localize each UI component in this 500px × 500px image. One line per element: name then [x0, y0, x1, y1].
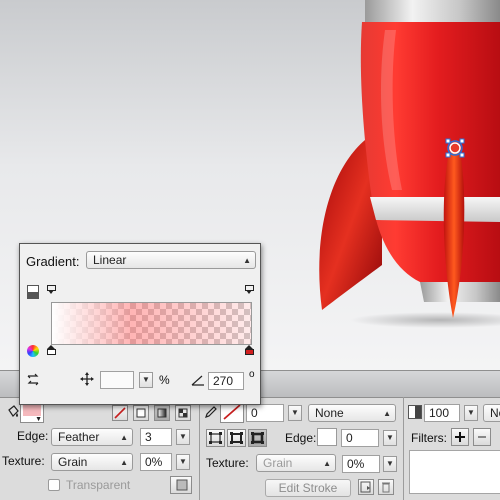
swatch-arrow-icon: ▼ — [35, 416, 42, 423]
gradient-preview-bar[interactable] — [51, 302, 252, 345]
remove-filter-button[interactable] — [473, 428, 491, 446]
fill-texture-amount-button[interactable]: ▼ — [176, 454, 190, 470]
stroke-texture-label: Texture: — [206, 456, 249, 470]
fill-texture-value: Grain — [58, 455, 88, 469]
stroke-edge-swatch[interactable] — [317, 428, 337, 446]
stroke-inside-button[interactable] — [206, 429, 225, 447]
gradient-offset-button[interactable]: ▼ — [139, 372, 153, 388]
stroke-center-button[interactable] — [227, 429, 246, 447]
fill-edge-value: Feather — [58, 430, 100, 444]
panel-divider — [199, 397, 200, 500]
fill-edge-amount-button[interactable]: ▼ — [176, 429, 190, 445]
blend-mode-dropdown[interactable]: No — [483, 404, 500, 422]
opacity-stop-end[interactable] — [245, 285, 254, 295]
dropdown-arrows-icon: ▲ — [323, 459, 331, 468]
stroke-style-value: None — [315, 406, 344, 420]
fill-gradient-button[interactable] — [154, 405, 170, 421]
gradient-type-value: Linear — [93, 253, 127, 267]
stroke-texture-value: Grain — [263, 456, 293, 470]
stroke-edge-amount-button[interactable]: ▼ — [383, 430, 397, 446]
fill-edge-label: Edge: — [17, 429, 49, 443]
stroke-texture-amount-field[interactable]: 0% — [342, 455, 380, 473]
add-filter-button[interactable] — [451, 428, 469, 446]
stroke-width-field[interactable]: 0 — [246, 404, 284, 422]
gradient-type-dropdown[interactable]: Linear ▲ — [86, 251, 256, 269]
selection-handle — [445, 138, 465, 158]
rocket-shadow — [350, 312, 500, 328]
panel-divider — [403, 397, 404, 500]
gradient-offset-field[interactable] — [100, 371, 134, 389]
percent-symbol: % — [159, 373, 170, 387]
fill-pattern-button[interactable] — [175, 405, 191, 421]
gradient-editor-popup: Gradient: Linear ▲ ▼ % 270 o — [19, 243, 261, 405]
pencil-icon — [204, 405, 218, 419]
fill-none-button[interactable] — [112, 405, 128, 421]
angle-icon — [191, 374, 205, 388]
fill-solid-button[interactable] — [133, 405, 149, 421]
paint-bucket-icon — [6, 405, 20, 419]
gradient-angle-field[interactable]: 270 — [208, 372, 244, 390]
fill-texture-amount-field[interactable]: 0% — [140, 453, 172, 471]
opacity-button[interactable]: ▼ — [464, 405, 478, 421]
fill-transparent-label: Transparent — [66, 478, 131, 492]
stroke-outside-button[interactable] — [248, 429, 267, 447]
rocket-exhaust — [420, 282, 500, 302]
fill-edge-dropdown[interactable]: Feather ▲ — [51, 428, 133, 446]
stroke-texture-amount-button[interactable]: ▼ — [383, 456, 397, 472]
blend-mode-value: No — [490, 406, 500, 420]
stroke-edge-label: Edge: — [285, 431, 317, 445]
opacity-stop-start[interactable] — [47, 285, 56, 295]
stroke-texture-dropdown[interactable]: Grain ▲ — [256, 454, 336, 472]
fill-texture-dropdown[interactable]: Grain ▲ — [51, 453, 133, 471]
opacity-icon — [408, 405, 422, 419]
opacity-field[interactable]: 100 — [424, 404, 460, 422]
move-offset-icon — [80, 372, 94, 386]
color-stop-start[interactable] — [47, 345, 56, 355]
degree-symbol: o — [249, 369, 255, 380]
filters-list[interactable] — [409, 450, 500, 494]
dropdown-arrows-icon: ▲ — [120, 458, 128, 467]
stroke-edge-amount-field[interactable]: 0 — [341, 429, 379, 447]
add-style-button[interactable] — [358, 479, 374, 495]
filters-label: Filters: — [411, 431, 447, 445]
color-stop-end[interactable] — [245, 345, 254, 355]
swap-direction-icon[interactable] — [26, 373, 40, 387]
rocket-nose-cone — [365, 0, 500, 22]
gradient-label: Gradient: — [26, 254, 80, 269]
fill-color-chip — [23, 404, 41, 416]
edit-stroke-button[interactable]: Edit Stroke — [265, 479, 351, 497]
fill-edge-amount-field[interactable]: 3 — [140, 428, 172, 446]
delete-style-icon[interactable] — [378, 479, 394, 495]
rocket-band — [370, 197, 500, 222]
fill-texture-label: Texture: — [2, 454, 45, 468]
stroke-width-button[interactable]: ▼ — [288, 405, 302, 421]
dropdown-arrows-icon: ▲ — [243, 256, 251, 265]
fill-transparent-checkbox[interactable] — [48, 479, 60, 491]
dropdown-arrows-icon: ▲ — [120, 433, 128, 442]
preset-swatches-icon[interactable] — [27, 285, 39, 299]
dropdown-arrows-icon: ▲ — [383, 409, 391, 418]
color-wheel-icon[interactable] — [27, 345, 39, 357]
texture-swatch-button[interactable] — [170, 476, 192, 494]
stroke-style-dropdown[interactable]: None ▲ — [308, 404, 396, 422]
no-stroke-icon — [223, 404, 241, 420]
